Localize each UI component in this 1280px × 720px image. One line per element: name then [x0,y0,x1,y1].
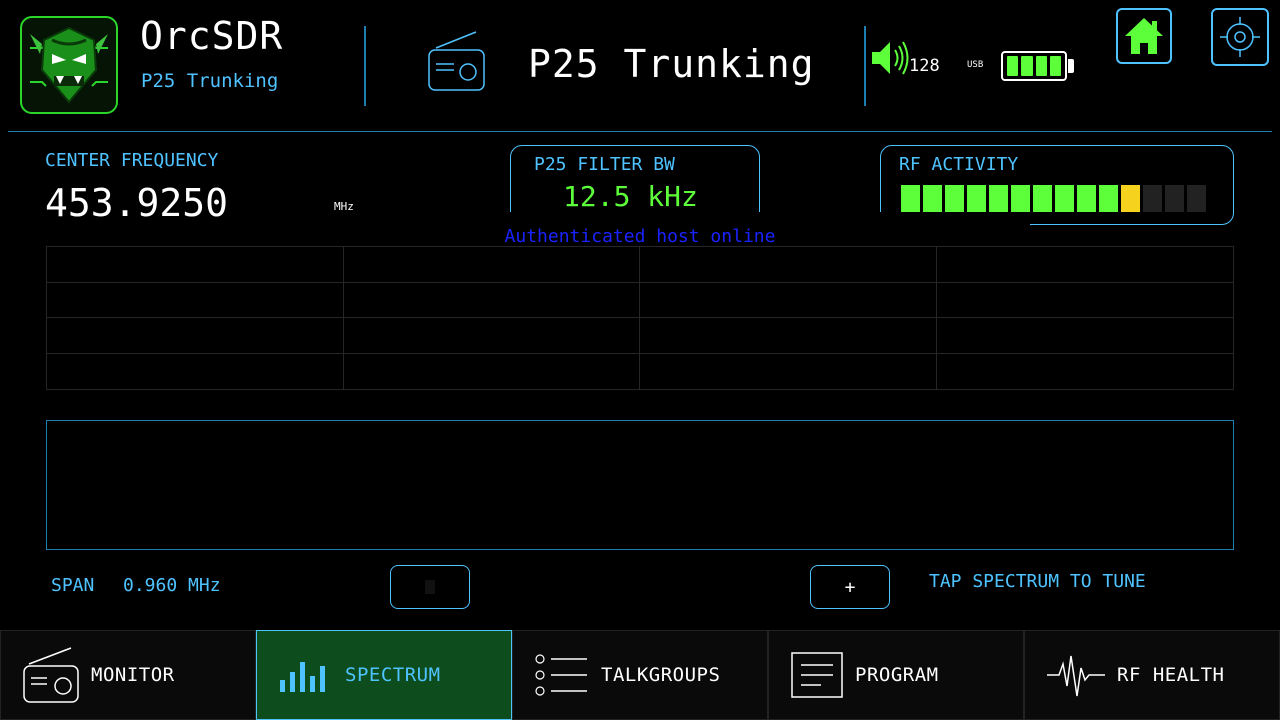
zoom-in-button[interactable]: + [810,565,890,609]
spectrum-display[interactable] [46,420,1234,550]
signal-bars-icon [280,662,325,692]
battery-tip [1068,59,1074,73]
bottom-nav: MONITOR SPECTRUM TALKGROUPS PROGRAM RF H… [0,630,1280,720]
talkgroup-table [46,246,1234,390]
battery-cell [1035,56,1047,76]
header-divider-right [864,26,866,106]
rf-activity-segment [901,185,920,212]
rf-activity-segment [923,185,942,212]
table-cell [47,318,344,354]
header-divider [364,26,366,106]
pulse-icon [1047,655,1105,697]
battery-cell [1007,56,1019,76]
table-cell [343,247,640,283]
battery-icon [1001,51,1067,81]
home-icon [1125,18,1163,54]
orc-logo [20,16,118,114]
table-cell [936,247,1233,283]
zoom-in-label: + [844,576,856,598]
speaker-icon[interactable] [870,40,910,76]
volume-value: 128 [909,56,940,76]
rf-activity-segment [1055,185,1074,212]
table-cell [640,318,937,354]
radio-icon [428,31,485,91]
table-cell [343,318,640,354]
app-subtitle: P25 Trunking [141,70,279,92]
document-icon [791,652,843,698]
span-value: 0.960 MHz [123,575,221,596]
list-icon [535,654,587,696]
table-cell [47,353,344,389]
table-cell [640,353,937,389]
radio-icon [23,647,79,703]
table-cell [47,247,344,283]
nav-item-talkgroups[interactable]: TALKGROUPS [512,630,768,720]
app-title: OrcSDR [140,14,284,58]
rf-activity-segment [1143,185,1162,212]
home-button[interactable] [1116,8,1172,64]
mode-title: P25 Trunking [528,42,815,86]
nav-label-spectrum: SPECTRUM [345,664,441,686]
nav-item-spectrum[interactable]: SPECTRUM [256,630,512,720]
rf-activity-label: RF ACTIVITY [899,154,1019,175]
rf-activity-segment [1187,185,1206,212]
locate-button[interactable] [1211,8,1269,66]
rf-activity-segment [1011,185,1030,212]
filter-bw-label: P25 FILTER BW [534,154,675,175]
header-underline [8,131,1272,132]
rf-activity-segment [1165,185,1184,212]
minus-icon [425,580,435,594]
rf-activity-segment [989,185,1008,212]
battery-cell [1049,56,1061,76]
nav-item-monitor[interactable]: MONITOR [0,630,256,720]
orc-logo-icon [30,26,108,104]
power-source-label: USB [967,60,984,70]
table-cell [936,283,1233,318]
nav-label-program: PROGRAM [855,664,939,686]
nav-item-program[interactable]: PROGRAM [768,630,1024,720]
table-cell [640,282,937,318]
center-frequency-label: CENTER FREQUENCY [45,150,219,171]
rf-activity-segment [1033,185,1052,212]
rf-activity-segment [1077,185,1096,212]
nav-item-rf-health[interactable]: RF HEALTH [1024,630,1280,720]
tap-to-tune-hint: TAP SPECTRUM TO TUNE [929,571,1146,592]
table-cell [936,318,1233,354]
rf-activity-segment [945,185,964,212]
span-label: SPAN [51,575,95,596]
filter-bw-value: 12.5 kHz [563,180,698,213]
center-frequency-value[interactable]: 453.9250 [45,181,228,225]
nav-label-monitor: MONITOR [91,664,175,686]
table-cell [343,282,640,318]
nav-label-talkgroups: TALKGROUPS [601,664,721,686]
crosshair-icon [1220,17,1260,57]
toast-message: Authenticated host online [504,225,776,247]
table-cell [640,247,937,283]
table-cell [937,354,1234,390]
rf-activity-segment [1121,185,1140,212]
zoom-out-button[interactable] [390,565,470,609]
table-cell [47,282,344,318]
battery-cell [1021,56,1033,76]
table-cell [344,353,640,389]
rf-activity-segment [967,185,986,212]
app-screen: OrcSDR P25 Trunking P25 Trunking 128 USB [0,0,1280,720]
rf-activity-meter [901,185,1206,212]
rf-activity-segment [1099,185,1118,212]
nav-label-rf-health: RF HEALTH [1117,664,1225,686]
